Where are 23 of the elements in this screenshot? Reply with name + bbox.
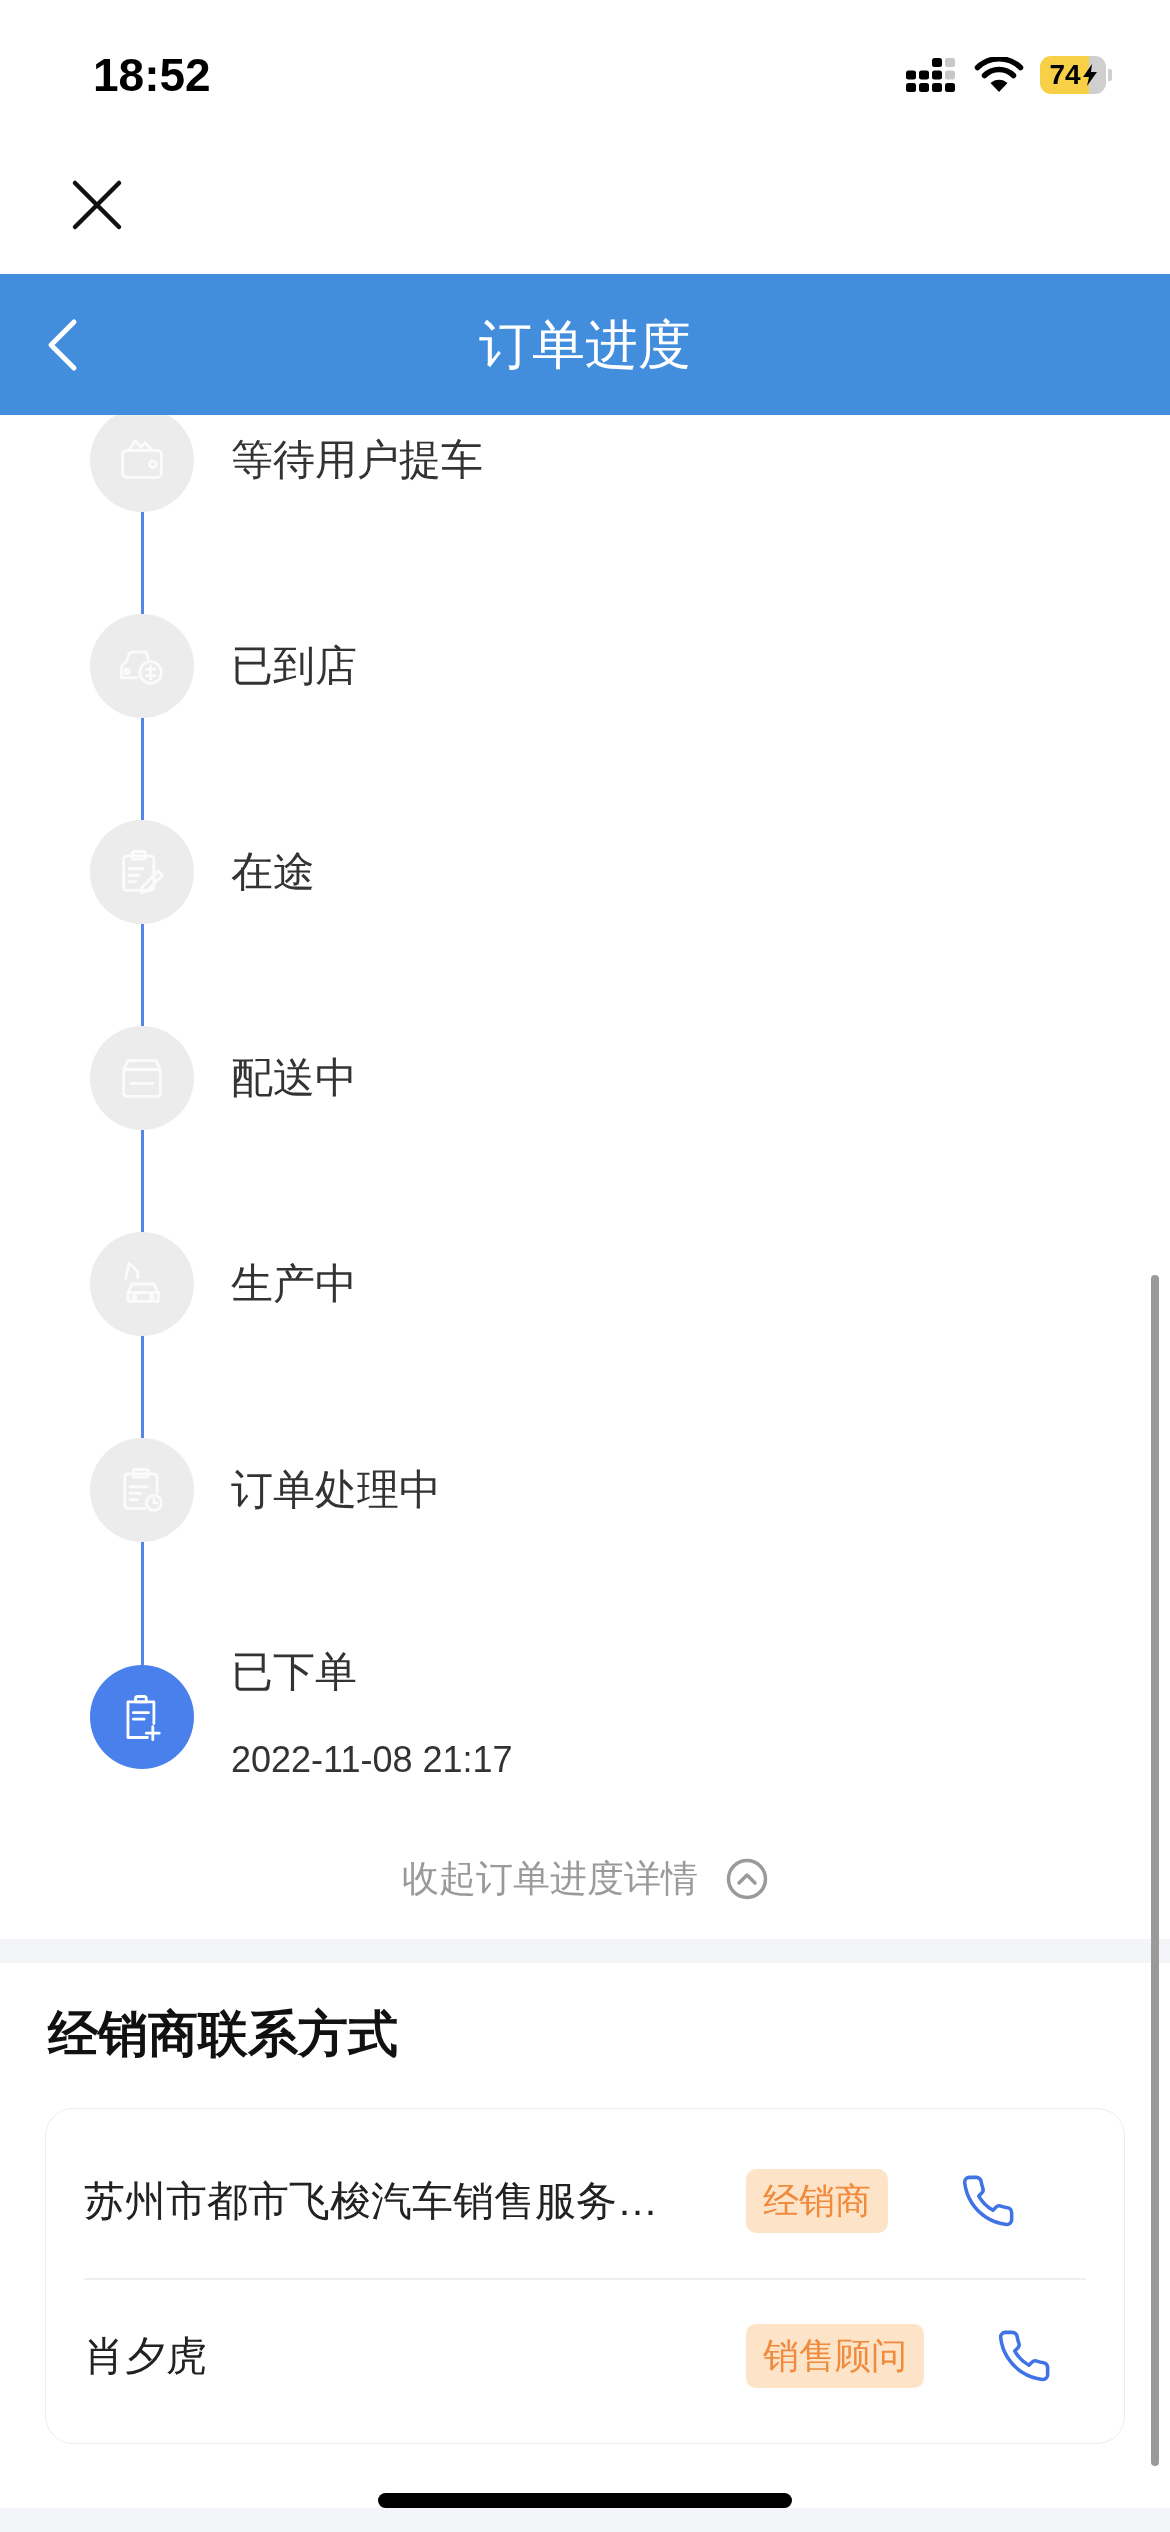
step-time: 2022-11-08 21:17 — [231, 1738, 513, 1782]
step-label: 等待用户提车 — [231, 435, 483, 485]
page-title: 订单进度 — [479, 313, 691, 376]
step-label: 生产中 — [231, 1259, 357, 1309]
contact-name: 肖夕虎 — [84, 2332, 207, 2381]
signal-icon — [906, 58, 958, 92]
chevron-up-circle-icon — [726, 1858, 768, 1900]
phone-icon[interactable] — [998, 2330, 1050, 2382]
wifi-icon — [974, 57, 1024, 93]
battery-level: 74 — [1049, 61, 1081, 89]
collapse-details-button[interactable]: 收起订单进度详情 — [402, 1855, 768, 1903]
step-label: 已下单 — [231, 1647, 357, 1697]
charging-bolt-icon — [1082, 64, 1097, 86]
step-label: 配送中 — [231, 1053, 357, 1103]
contact-name: 苏州市都市飞梭汽车销售服务… — [84, 2176, 658, 2226]
role-tag: 经销商 — [746, 2168, 888, 2233]
role-tag: 销售顾问 — [746, 2324, 924, 2388]
step-label: 已到店 — [231, 641, 357, 691]
section-title: 经销商联系方式 — [48, 2005, 398, 2064]
phone-icon[interactable] — [962, 2174, 1014, 2227]
step-label: 在途 — [231, 847, 315, 897]
step-label: 订单处理中 — [231, 1465, 441, 1515]
status-time: 18:52 — [93, 52, 211, 98]
